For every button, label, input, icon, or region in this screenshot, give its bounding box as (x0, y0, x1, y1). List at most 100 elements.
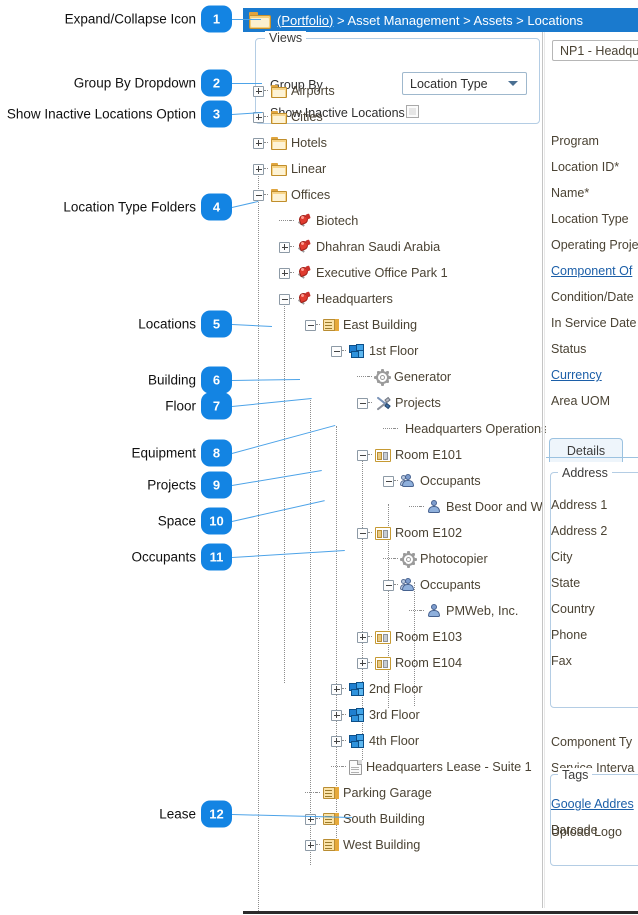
tag-field-google-addres[interactable]: Google Addres (551, 797, 634, 811)
field-label-location-type: Location Type (551, 212, 629, 226)
annotation-label: Lease (159, 806, 196, 822)
tree-node-space[interactable]: Room E103 (357, 624, 462, 650)
tree-node-projects[interactable]: Projects (357, 390, 441, 416)
tab-details[interactable]: Details (549, 438, 623, 462)
breadcrumb-rest: > Asset Management > Assets > Locations (333, 12, 584, 28)
field-label-component-of[interactable]: Component Of (551, 264, 632, 278)
annotation-label: Space (157, 513, 196, 529)
annotation-callout: Building 6 (0, 366, 232, 394)
collapse-icon[interactable] (357, 449, 368, 461)
tree-node-building[interactable]: South Building (305, 806, 425, 832)
tree-node-location[interactable]: Biotech (279, 208, 358, 234)
tree-node-building[interactable]: West Building (305, 832, 420, 858)
expand-icon[interactable] (331, 683, 342, 695)
annotation-leader-line (232, 19, 261, 21)
tree-connector (342, 714, 346, 716)
users-icon (400, 578, 416, 592)
tree-node-label: West Building (343, 838, 421, 852)
tree-node-location-type-folder[interactable]: Linear (253, 156, 326, 182)
tree-node-floor[interactable]: 2nd Floor (331, 676, 423, 702)
collapse-icon[interactable] (331, 345, 342, 357)
breadcrumb-root-link[interactable]: (Portfolio) (277, 13, 333, 28)
record-selector-dropdown[interactable]: NP1 - Headqua (552, 40, 638, 61)
annotation-badge: 3 (201, 100, 232, 128)
collapse-icon[interactable] (253, 189, 264, 201)
pane-divider[interactable] (542, 32, 545, 908)
tree-connector (305, 792, 316, 794)
tree-node-label: Parking Garage (343, 786, 432, 800)
collapse-icon[interactable] (383, 579, 394, 591)
tree-node-label: Hotels (291, 136, 327, 150)
tree-connector (264, 194, 268, 196)
tree-connector (264, 142, 268, 144)
tree-connector (316, 792, 320, 794)
tree-node-equipment[interactable]: Generator (357, 364, 451, 390)
expand-icon[interactable] (357, 631, 368, 643)
collapse-icon[interactable] (357, 397, 368, 409)
tree-node-equipment[interactable]: Photocopier (383, 546, 488, 572)
tree-node-occupant[interactable]: PMWeb, Inc. (409, 598, 518, 624)
expand-icon[interactable] (253, 85, 264, 97)
tree-node-space[interactable]: Room E104 (357, 650, 462, 676)
collapse-icon[interactable] (305, 319, 316, 331)
pin-icon (297, 290, 312, 307)
expand-icon[interactable] (331, 709, 342, 721)
annotation-label: Building (147, 372, 196, 388)
tree-node-space[interactable]: Room E102 (357, 520, 462, 546)
tree-node-location-type-folder[interactable]: Airports (253, 78, 335, 104)
tree-node-occupants[interactable]: Occupants (383, 468, 481, 494)
tree-connector (368, 662, 372, 664)
group-by-dropdown[interactable]: Location Type (402, 72, 527, 95)
room-icon (375, 526, 391, 540)
show-inactive-locations-checkbox[interactable] (406, 105, 419, 118)
tree-node-label: Headquarters Lease - Suite 1 (366, 760, 532, 774)
tree-node-floor[interactable]: 4th Floor (331, 728, 419, 754)
tree-node-location-type-folder[interactable]: Hotels (253, 130, 327, 156)
tree-node-building[interactable]: East Building (305, 312, 417, 338)
annotation-badge: 7 (201, 392, 232, 420)
tree-connector (357, 376, 368, 378)
tree-node-occupants[interactable]: Occupants (383, 572, 481, 598)
tree-node-label: Generator (394, 370, 452, 384)
tree-connector (264, 116, 268, 118)
tree-node-location-type-folder[interactable]: Cities (253, 104, 323, 130)
tree-node-label: Dhahran Saudi Arabia (316, 240, 441, 254)
folder-icon (271, 162, 287, 176)
tree-node-location-type-folder[interactable]: Offices (253, 182, 330, 208)
floor-icon (349, 681, 365, 697)
expand-icon[interactable] (253, 163, 264, 175)
expand-icon[interactable] (305, 839, 316, 851)
tree-node-lease[interactable]: Headquarters Lease - Suite 1 (331, 754, 532, 780)
expand-icon[interactable] (357, 657, 368, 669)
breadcrumb[interactable]: (Portfolio) > Asset Management > Assets … (277, 13, 583, 28)
tree-node-floor[interactable]: 3rd Floor (331, 702, 420, 728)
tree-node-location[interactable]: Dhahran Saudi Arabia (279, 234, 440, 260)
field-label-currency[interactable]: Currency (551, 368, 602, 382)
tree-node-project[interactable]: Headquarters Operations (383, 416, 547, 442)
expand-icon[interactable] (279, 267, 290, 279)
collapse-icon[interactable] (357, 527, 368, 539)
tree-connector (420, 506, 424, 508)
tree-node-label: Headquarters Operations (405, 422, 548, 436)
tree-node-building[interactable]: Parking Garage (305, 780, 432, 806)
expand-icon[interactable] (279, 241, 290, 253)
upload-logo-label[interactable]: Upload Logo (551, 825, 622, 839)
tree-node-location[interactable]: Executive Office Park 1 (279, 260, 448, 286)
tree-node-label: Linear (291, 162, 327, 176)
collapse-icon[interactable] (279, 293, 290, 305)
tab-underline (546, 457, 638, 458)
expand-icon[interactable] (331, 735, 342, 747)
expand-icon[interactable] (253, 137, 264, 149)
address-field-country: Country (551, 602, 595, 616)
tree-node-floor[interactable]: 1st Floor (331, 338, 418, 364)
tree-node-location[interactable]: Headquarters (279, 286, 393, 312)
collapse-icon[interactable] (383, 475, 394, 487)
tab-details-label: Details (566, 443, 606, 458)
breadcrumb-bar: (Portfolio) > Asset Management > Assets … (243, 8, 638, 32)
annotation-callout: Group By Dropdown 2 (0, 69, 232, 97)
tree-node-space[interactable]: Room E101 (357, 442, 462, 468)
gear-icon (374, 368, 391, 386)
annotation-callout: Projects 9 (0, 471, 232, 499)
tree-connector (383, 428, 394, 430)
tree-connector (342, 350, 346, 352)
